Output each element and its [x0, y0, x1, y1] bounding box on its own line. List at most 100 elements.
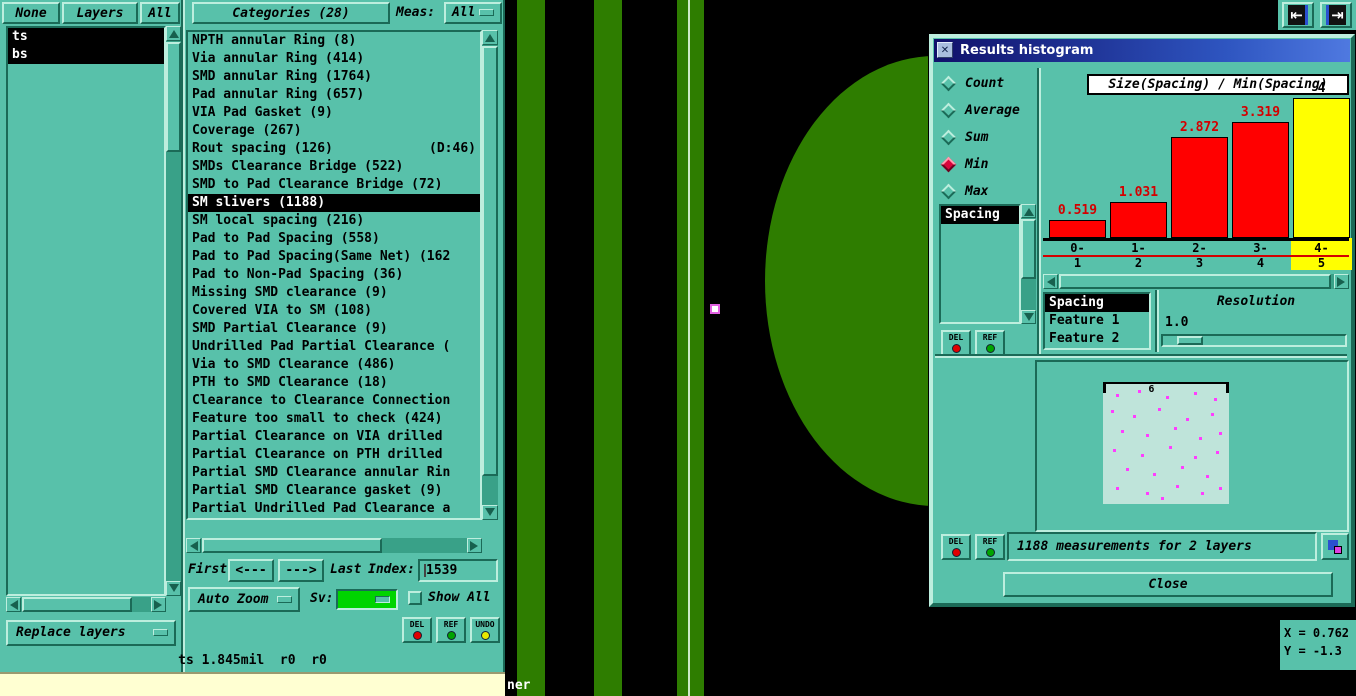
application-screen: ner ⇤ ⇥ X = 0.762 Y = -1.3 None Layers A…: [0, 0, 1356, 696]
category-item[interactable]: Pad to Pad Spacing (558): [188, 230, 480, 248]
scroll-left-button[interactable]: [6, 597, 21, 612]
category-item[interactable]: SMD Partial Clearance (9): [188, 320, 480, 338]
categories-header-button[interactable]: Categories (28): [192, 2, 390, 24]
measurement-dot: [1211, 412, 1215, 416]
measurement-dot: [1218, 432, 1222, 435]
category-item[interactable]: PTH to SMD Clearance (18): [188, 374, 480, 392]
tab-all[interactable]: All: [140, 2, 180, 24]
scroll-right-button[interactable]: [151, 597, 166, 612]
scroll-down-button[interactable]: [482, 505, 498, 520]
categories-horizontal-scrollbar[interactable]: [186, 538, 482, 553]
index-input[interactable]: 1539: [418, 559, 498, 582]
category-item[interactable]: Feature too small to check (424): [188, 410, 480, 428]
dock-left-icon: ⇤: [1288, 5, 1308, 25]
category-item[interactable]: Partial Clearance on VIA drilled: [188, 428, 480, 446]
bin-label-top: 1-: [1131, 241, 1146, 255]
category-item[interactable]: Partial Clearance on PTH drilled: [188, 446, 480, 464]
category-item[interactable]: SMD to Pad Clearance Bridge (72): [188, 176, 480, 194]
category-item[interactable]: Partial SMD Clearance annular Rin: [188, 464, 480, 482]
category-item[interactable]: Coverage (267): [188, 122, 480, 140]
measurement-dot: [1138, 390, 1142, 393]
scroll-right-button[interactable]: [1334, 274, 1349, 289]
delete-button[interactable]: DEL: [941, 534, 971, 560]
category-item[interactable]: Via annular Ring (414): [188, 50, 480, 68]
chart-horizontal-scrollbar[interactable]: [1043, 274, 1349, 289]
category-item[interactable]: NPTH annular Ring (8): [188, 32, 480, 50]
dock-right-icon: ⇥: [1326, 5, 1346, 25]
scroll-up-button[interactable]: [166, 26, 181, 41]
scrollbar-thumb[interactable]: [482, 46, 498, 476]
category-item[interactable]: Partial Undrilled Pad Clearance a: [188, 500, 480, 518]
scroll-right-button[interactable]: [467, 538, 482, 553]
category-item[interactable]: SM local spacing (216): [188, 212, 480, 230]
categories-vertical-scrollbar[interactable]: [482, 30, 498, 520]
category-item[interactable]: Rout spacing (126) (D:46): [188, 140, 480, 158]
reference-button[interactable]: REF: [436, 617, 466, 643]
auto-zoom-select[interactable]: Auto Zoom: [188, 587, 300, 612]
close-button[interactable]: Close: [1003, 572, 1333, 597]
scroll-up-button[interactable]: [482, 30, 498, 45]
category-item[interactable]: Partial SMD Clearance gasket (9): [188, 482, 480, 500]
histogram-bar: [1232, 122, 1289, 238]
copper-track: [517, 0, 545, 696]
category-item[interactable]: Via to SMD Clearance (486): [188, 356, 480, 374]
feature-item[interactable]: Feature 1: [1045, 312, 1149, 330]
tab-none[interactable]: None: [2, 2, 60, 24]
feature-list[interactable]: Spacing Feature 1 Feature 2: [1043, 292, 1151, 350]
layer-item[interactable]: bs: [8, 46, 164, 64]
dock-right-button[interactable]: ⇥: [1320, 2, 1352, 28]
scroll-down-button[interactable]: [166, 581, 181, 596]
layers-vertical-scrollbar[interactable]: [166, 26, 181, 596]
delete-button[interactable]: DEL: [402, 617, 432, 643]
sv-color-select[interactable]: [336, 589, 398, 610]
scrollbar-thumb[interactable]: [22, 597, 132, 612]
scroll-left-button[interactable]: [186, 538, 201, 553]
prev-button[interactable]: <---: [228, 559, 274, 582]
arrow-right-icon: [1337, 276, 1350, 287]
undo-button[interactable]: UNDO: [470, 617, 500, 643]
scroll-left-button[interactable]: [1043, 274, 1058, 289]
show-all-checkbox[interactable]: [408, 591, 422, 605]
feature-item[interactable]: Feature 2: [1045, 330, 1149, 348]
layer-item[interactable]: ts: [8, 28, 164, 46]
measurement-dot: [1115, 487, 1119, 491]
bin-label-top: 0-: [1070, 241, 1085, 255]
measurement-dot: [1158, 408, 1162, 411]
dock-left-button[interactable]: ⇤: [1282, 2, 1314, 28]
category-item[interactable]: SMDs Clearance Bridge (522): [188, 158, 480, 176]
category-item[interactable]: SM slivers (1188): [188, 194, 480, 212]
overlay-options-button[interactable]: [1321, 533, 1349, 560]
arrow-down-icon: [485, 508, 495, 521]
category-item[interactable]: Clearance to Clearance Connection: [188, 392, 480, 410]
category-item[interactable]: Pad to Non-Pad Spacing (36): [188, 266, 480, 284]
resolution-slider[interactable]: [1161, 334, 1347, 347]
meas-select[interactable]: All: [444, 2, 502, 24]
scrollbar-thumb[interactable]: [1059, 274, 1331, 289]
tab-layers[interactable]: Layers: [62, 2, 138, 24]
measurement-dot: [1193, 392, 1197, 396]
category-item[interactable]: Undrilled Pad Partial Clearance (: [188, 338, 480, 356]
category-item[interactable]: SMD annular Ring (1764): [188, 68, 480, 86]
category-item[interactable]: Missing SMD clearance (9): [188, 284, 480, 302]
feature-item[interactable]: Spacing: [1045, 294, 1149, 312]
category-item[interactable]: Pad to Pad Spacing(Same Net) (162: [188, 248, 480, 266]
scrollbar-thumb[interactable]: [166, 42, 181, 152]
categories-list[interactable]: NPTH annular Ring (8) Via annular Ring (4…: [186, 30, 482, 520]
category-item[interactable]: VIA Pad Gasket (9): [188, 104, 480, 122]
category-item[interactable]: Covered VIA to SM (108): [188, 302, 480, 320]
layers-horizontal-scrollbar[interactable]: [6, 597, 166, 612]
viewport-clipped-text: ner: [507, 678, 531, 693]
measurement-dot: [1125, 468, 1129, 471]
next-button[interactable]: --->: [278, 559, 324, 582]
meas-label: Meas:: [396, 5, 436, 20]
bin-label-bottom: 1: [1073, 256, 1082, 270]
command-line[interactable]: ERF--> sliver = 4 6 8: [0, 672, 505, 696]
replace-layers-select[interactable]: Replace layers: [6, 620, 176, 646]
category-item[interactable]: Pad annular Ring (657): [188, 86, 480, 104]
first-label: First: [188, 562, 228, 577]
layers-list[interactable]: ts bs: [6, 26, 166, 596]
measurement-dot: [1133, 415, 1137, 419]
slider-thumb[interactable]: [1177, 336, 1203, 345]
reference-button[interactable]: REF: [975, 534, 1005, 560]
scrollbar-thumb[interactable]: [202, 538, 382, 553]
